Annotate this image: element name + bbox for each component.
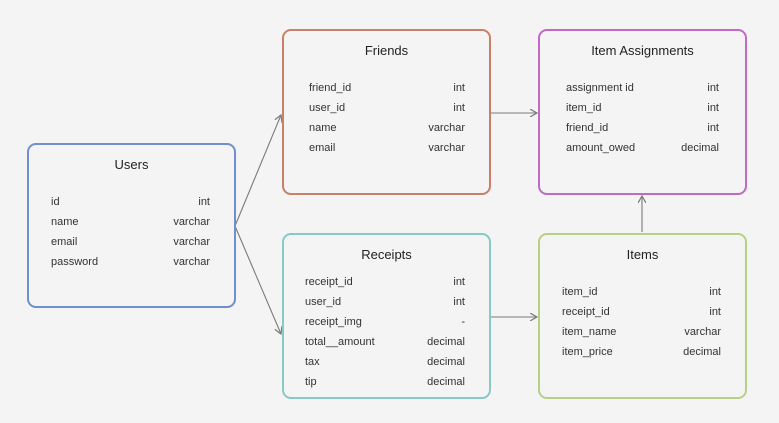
- field-name: receipt_img: [305, 316, 362, 328]
- field-row: email varchar: [51, 232, 210, 252]
- field-type: int: [453, 296, 465, 308]
- field-row: tax decimal: [305, 352, 465, 372]
- field-row: name varchar: [309, 118, 465, 138]
- field-name: friend_id: [566, 122, 609, 134]
- field-row: receipt_id int: [305, 272, 465, 292]
- field-row: receipt_id int: [562, 302, 721, 322]
- field-name: tax: [305, 356, 320, 368]
- field-row: receipt_img -: [305, 312, 465, 332]
- field-row: friend_id int: [309, 78, 465, 98]
- field-row: password varchar: [51, 252, 210, 272]
- field-name: receipt_id: [562, 306, 610, 318]
- field-type: int: [709, 306, 721, 318]
- field-row: assignment id int: [566, 78, 719, 98]
- field-type: -: [461, 316, 465, 328]
- field-row: item_price decimal: [562, 342, 721, 362]
- field-type: varchar: [684, 326, 721, 338]
- field-name: item_id: [566, 102, 602, 114]
- field-name: total__amount: [305, 336, 375, 348]
- connector-users-to-receipts: [234, 225, 281, 334]
- field-row: item_id int: [566, 98, 719, 118]
- field-row: item_name varchar: [562, 322, 721, 342]
- field-name: name: [309, 122, 337, 134]
- field-name: item_id: [562, 286, 598, 298]
- entity-items[interactable]: Items item_id int receipt_id int item_name…: [538, 233, 747, 399]
- field-type: int: [453, 276, 465, 288]
- field-name: item_name: [562, 326, 617, 338]
- field-row: user_id int: [309, 98, 465, 118]
- field-name: email: [51, 236, 78, 248]
- entity-title: Receipts: [361, 247, 412, 262]
- field-name: user_id: [309, 102, 346, 114]
- field-name: password: [51, 256, 99, 268]
- field-type: int: [198, 196, 210, 208]
- entity-title: Users: [114, 157, 149, 172]
- entity-users[interactable]: Users id int name varchar email varchar pas…: [27, 143, 236, 308]
- field-row: amount_owed decimal: [566, 138, 719, 158]
- field-name: id: [51, 196, 60, 208]
- field-type: int: [453, 82, 465, 94]
- field-row: name varchar: [51, 212, 210, 232]
- field-type: decimal: [427, 356, 465, 368]
- field-list: receipt_id int user_id int receipt_img - to…: [284, 272, 489, 392]
- field-type: int: [707, 102, 719, 114]
- field-type: varchar: [173, 216, 210, 228]
- field-type: varchar: [428, 122, 465, 134]
- field-name: friend_id: [309, 82, 352, 94]
- field-type: varchar: [173, 256, 210, 268]
- field-type: varchar: [428, 142, 465, 154]
- field-row: email varchar: [309, 138, 465, 158]
- connector-users-to-friends: [234, 115, 281, 227]
- field-type: decimal: [427, 336, 465, 348]
- entity-title: Friends: [364, 43, 409, 58]
- field-name: amount_owed: [566, 142, 636, 154]
- entity-title: Items: [626, 247, 659, 262]
- field-row: user_id int: [305, 292, 465, 312]
- field-type: decimal: [681, 142, 719, 154]
- field-type: varchar: [173, 236, 210, 248]
- field-name: assignment id: [566, 82, 634, 94]
- field-name: email: [309, 142, 336, 154]
- field-list: item_id int receipt_id int item_name varcha…: [540, 282, 745, 362]
- field-type: int: [707, 122, 719, 134]
- field-name: item_price: [562, 346, 613, 358]
- field-type: int: [707, 82, 719, 94]
- field-row: tip decimal: [305, 372, 465, 392]
- field-row: id int: [51, 192, 210, 212]
- er-diagram: Users id int name varchar email varchar pas…: [0, 0, 779, 423]
- entity-friends[interactable]: Friends friend_id int user_id int name varc…: [282, 29, 491, 195]
- entity-receipts[interactable]: Receipts receipt_id int user_id int receip…: [282, 233, 491, 399]
- field-list: id int name varchar email varchar password v…: [29, 192, 234, 272]
- field-row: item_id int: [562, 282, 721, 302]
- field-name: name: [51, 216, 79, 228]
- entity-title: Item Assignments: [591, 43, 694, 58]
- field-name: tip: [305, 376, 317, 388]
- field-row: friend_id int: [566, 118, 719, 138]
- field-list: assignment id int item_id int friend_id int…: [540, 78, 745, 158]
- field-type: decimal: [683, 346, 721, 358]
- field-name: user_id: [305, 296, 342, 308]
- field-row: total__amount decimal: [305, 332, 465, 352]
- field-list: friend_id int user_id int name varchar emai…: [284, 78, 489, 158]
- field-type: int: [453, 102, 465, 114]
- field-type: int: [709, 286, 721, 298]
- entity-item-assignments[interactable]: Item Assignments assignment id int item_i…: [538, 29, 747, 195]
- field-name: receipt_id: [305, 276, 353, 288]
- field-type: decimal: [427, 376, 465, 388]
